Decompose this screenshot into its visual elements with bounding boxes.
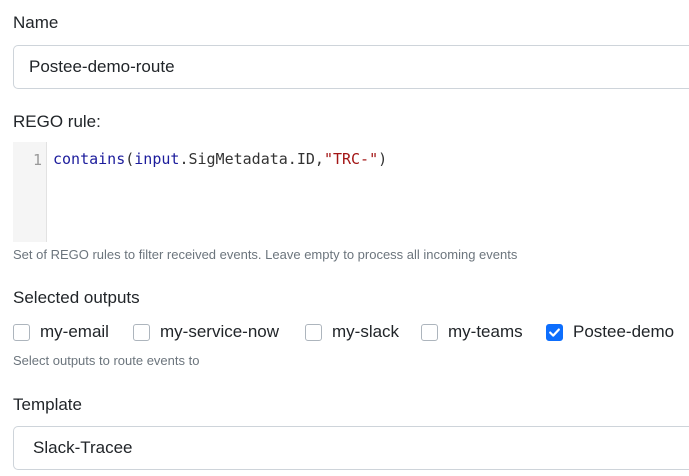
checkbox-my-slack[interactable] bbox=[305, 324, 322, 341]
line-number: 1 bbox=[32, 151, 42, 169]
checkbox-label-postee-demo[interactable]: Postee-demo bbox=[573, 322, 674, 342]
checkbox-my-service-now[interactable] bbox=[133, 324, 150, 341]
checkbox-my-teams[interactable] bbox=[421, 324, 438, 341]
template-label: Template bbox=[13, 395, 82, 414]
name-input[interactable]: Postee-demo-route bbox=[13, 45, 689, 89]
rego-help-text: Set of REGO rules to filter received eve… bbox=[13, 247, 518, 262]
code-string: "TRC-" bbox=[323, 150, 379, 168]
template-select-value: Slack-Tracee bbox=[33, 438, 133, 457]
outputs-help-text: Select outputs to route events to bbox=[13, 353, 200, 368]
checkbox-label-my-service-now[interactable]: my-service-now bbox=[160, 322, 279, 342]
editor-gutter: 1 bbox=[13, 142, 47, 242]
checkbox-my-email[interactable] bbox=[13, 324, 30, 341]
code-paren-open: ( bbox=[125, 150, 135, 168]
template-select[interactable]: Slack-Tracee bbox=[13, 426, 689, 470]
name-input-value: Postee-demo-route bbox=[29, 57, 175, 76]
code-function: contains bbox=[53, 150, 126, 168]
checkbox-label-my-slack[interactable]: my-slack bbox=[332, 322, 399, 342]
checkbox-label-my-teams[interactable]: my-teams bbox=[448, 322, 523, 342]
name-label: Name bbox=[13, 13, 59, 32]
rego-code-editor[interactable]: 1 contains(input.SigMetadata.ID,"TRC-") bbox=[13, 142, 689, 242]
checkbox-label-my-email[interactable]: my-email bbox=[40, 322, 109, 342]
checkbox-postee-demo[interactable] bbox=[546, 324, 563, 341]
code-path: .SigMetadata.ID, bbox=[179, 150, 324, 168]
code-variable: input bbox=[134, 150, 180, 168]
selected-outputs-label: Selected outputs bbox=[13, 288, 140, 307]
checkmark-icon bbox=[549, 328, 560, 337]
code-paren-close: ) bbox=[378, 150, 388, 168]
rego-rule-label: REGO rule: bbox=[13, 112, 101, 131]
code-line[interactable]: contains(input.SigMetadata.ID,"TRC-") bbox=[53, 150, 387, 168]
